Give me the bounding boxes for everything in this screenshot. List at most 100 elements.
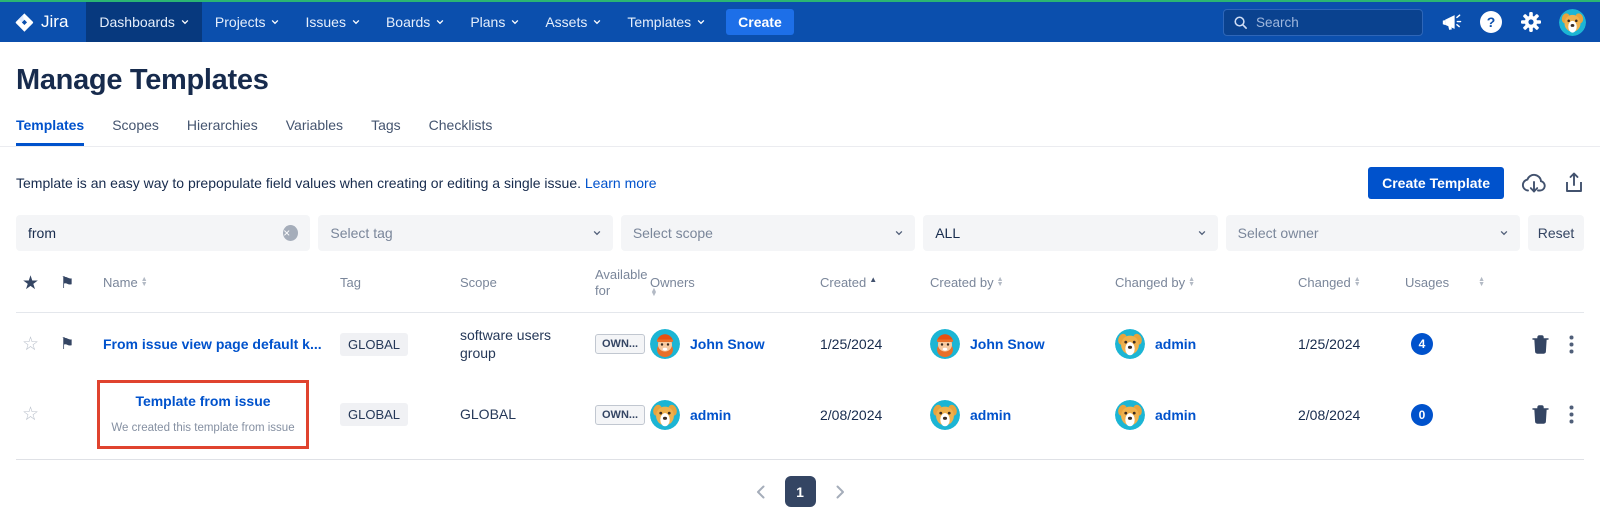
favorite-star-icon[interactable]: ☆: [16, 333, 60, 356]
header-label: Changed by: [1115, 275, 1185, 291]
description-body: Template is an easy way to prepopulate f…: [16, 175, 581, 191]
created-by-link[interactable]: John Snow: [970, 336, 1045, 352]
favorite-star-icon[interactable]: ☆: [16, 403, 60, 426]
owner-link[interactable]: admin: [690, 407, 731, 423]
more-actions-kebab-icon[interactable]: [1569, 405, 1574, 424]
chevron-down-icon: [593, 231, 601, 236]
name-filter-input[interactable]: ×: [16, 215, 310, 251]
table-row: ☆ ⚑ From issue view page default k... GL…: [16, 313, 1584, 377]
tab-hierarchies[interactable]: Hierarchies: [187, 117, 258, 146]
search-input[interactable]: [1256, 15, 1406, 30]
chevron-down-icon: [1500, 231, 1508, 236]
column-header-created-by[interactable]: Created by ▲▼: [930, 275, 1115, 291]
filter-bar: × Select tag Select scope ALL Select own…: [0, 199, 1600, 251]
create-button[interactable]: Create: [726, 9, 794, 35]
changed-by-avatar[interactable]: [1115, 329, 1145, 359]
name-filter-field[interactable]: [28, 225, 283, 241]
nav-item-label: Plans: [470, 14, 505, 30]
description-text: Template is an easy way to prepopulate f…: [16, 175, 656, 191]
table-row: ☆ Template from issue We created this te…: [16, 376, 1584, 460]
settings-gear-icon[interactable]: [1519, 10, 1543, 34]
column-header-created[interactable]: Created ▲: [820, 275, 930, 291]
chevron-down-icon: [352, 20, 360, 25]
sort-icon: ▲▼: [1354, 278, 1361, 287]
owner-avatar[interactable]: [650, 400, 680, 430]
template-name-link[interactable]: Template from issue: [135, 393, 270, 409]
type-filter-select[interactable]: ALL: [923, 215, 1217, 251]
nav-item-label: Dashboards: [99, 14, 175, 30]
chevron-down-icon: [271, 20, 279, 25]
template-name-link[interactable]: From issue view page default k...: [103, 336, 322, 352]
tab-variables[interactable]: Variables: [286, 117, 343, 146]
nav-item-issues[interactable]: Issues: [292, 2, 372, 42]
chevron-down-icon: [697, 20, 705, 25]
nav-item-boards[interactable]: Boards: [373, 2, 457, 42]
chevron-down-icon: [181, 20, 189, 25]
tab-templates[interactable]: Templates: [16, 117, 84, 146]
jira-logo-text: Jira: [41, 12, 68, 32]
create-template-button[interactable]: Create Template: [1368, 167, 1504, 199]
reset-filters-button[interactable]: Reset: [1528, 215, 1584, 251]
favorite-star-header-icon[interactable]: ★: [16, 272, 60, 295]
created-by-avatar[interactable]: [930, 400, 960, 430]
owner-avatar[interactable]: [650, 329, 680, 359]
tag-filter-select[interactable]: Select tag: [318, 215, 612, 251]
learn-more-link[interactable]: Learn more: [585, 175, 657, 191]
import-cloud-icon[interactable]: [1521, 172, 1547, 194]
column-header-owners[interactable]: Owners: [650, 275, 820, 291]
owner-filter-select[interactable]: Select owner: [1226, 215, 1520, 251]
more-actions-kebab-icon[interactable]: [1569, 335, 1574, 354]
nav-item-templates[interactable]: Templates: [614, 2, 718, 42]
column-header-usages[interactable]: Usages ▲▼: [1405, 275, 1490, 291]
tag-filter-placeholder: Select tag: [330, 225, 392, 241]
scope-filter-select[interactable]: Select scope: [621, 215, 915, 251]
header-label: Created by: [930, 275, 994, 291]
flag-header-icon[interactable]: ⚑: [60, 273, 95, 293]
page-number-current[interactable]: 1: [785, 476, 816, 507]
chevron-down-icon: [895, 231, 903, 236]
delete-trash-icon[interactable]: [1532, 335, 1549, 354]
created-by-avatar[interactable]: [930, 329, 960, 359]
tab-checklists[interactable]: Checklists: [429, 117, 493, 146]
changed-by-link[interactable]: admin: [1155, 336, 1196, 352]
header-label: Name: [103, 275, 138, 291]
owner-cell: John Snow: [650, 329, 820, 359]
header-label: Created: [820, 275, 866, 291]
column-header-available-for[interactable]: Available for ▲▼: [595, 267, 650, 300]
next-page-icon[interactable]: [836, 485, 845, 499]
header-label: Changed: [1298, 275, 1351, 291]
nav-item-label: Templates: [627, 14, 691, 30]
search-icon: [1233, 15, 1248, 30]
help-icon[interactable]: ?: [1479, 10, 1503, 34]
delete-trash-icon[interactable]: [1532, 405, 1549, 424]
changed-by-link[interactable]: admin: [1155, 407, 1196, 423]
tab-tags[interactable]: Tags: [371, 117, 401, 146]
owner-link[interactable]: John Snow: [690, 336, 765, 352]
header-label: Usages: [1405, 275, 1449, 291]
clear-filter-icon[interactable]: ×: [283, 225, 298, 241]
column-header-tag[interactable]: Tag: [340, 275, 460, 291]
tab-scopes[interactable]: Scopes: [112, 117, 159, 146]
global-search[interactable]: [1223, 9, 1423, 36]
nav-item-projects[interactable]: Projects: [202, 2, 293, 42]
column-header-scope[interactable]: Scope: [460, 275, 595, 291]
column-header-changed[interactable]: Changed ▲▼: [1298, 275, 1405, 291]
column-header-changed-by[interactable]: Changed by ▲▼: [1115, 275, 1298, 291]
flag-icon[interactable]: ⚑: [60, 334, 95, 354]
changed-by-avatar[interactable]: [1115, 400, 1145, 430]
previous-page-icon[interactable]: [756, 485, 765, 499]
column-header-name[interactable]: Name ▲▼: [95, 275, 340, 291]
header-label: Owners: [650, 275, 695, 291]
changed-date: 2/08/2024: [1298, 407, 1405, 423]
nav-item-plans[interactable]: Plans: [457, 2, 532, 42]
nav-item-dashboards[interactable]: Dashboards: [86, 2, 202, 42]
nav-item-assets[interactable]: Assets: [532, 2, 614, 42]
created-by-link[interactable]: admin: [970, 407, 1011, 423]
created-date: 2/08/2024: [820, 407, 930, 423]
jira-logo[interactable]: Jira: [0, 2, 86, 42]
table-header-row: ★ ⚑ Name ▲▼ Tag Scope Available for ▲▼ O…: [16, 251, 1584, 313]
user-avatar[interactable]: [1559, 9, 1586, 36]
nav-item-label: Assets: [545, 14, 587, 30]
announcements-icon[interactable]: [1439, 10, 1463, 34]
export-icon[interactable]: [1564, 172, 1584, 194]
